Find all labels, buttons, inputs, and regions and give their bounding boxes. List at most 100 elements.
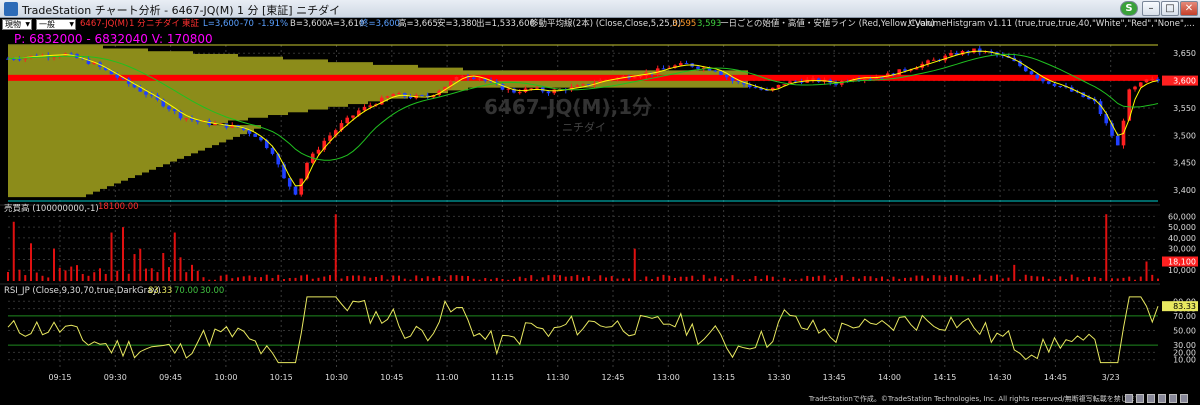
candle-body [753,87,758,89]
status-icon-5[interactable] [1169,394,1177,403]
volume-bar [984,279,987,281]
candle-body [368,105,373,107]
candle-body [17,59,22,61]
volume-bar [386,279,389,281]
volume-pane-value: 18100.00 [98,202,139,212]
volume-bar [18,269,21,281]
candle-body [724,74,729,78]
day-lines-study-label[interactable]: 一日ごとの始値・高値・安値ライン (Red,Yellow,Cyan) [720,19,935,30]
status-icon-2[interactable] [1136,394,1144,403]
volume-histogram-study-label[interactable]: !!VolumeHistgram v1.11 (true,true,true,4… [908,19,1195,30]
percent-change: -1.91% [258,19,289,29]
chart-area[interactable]: 3,6503,6003,5503,5003,4503,4003,60060,00… [0,31,1200,393]
volume-bar [1070,274,1073,281]
time-tick-label: 10:45 [380,373,403,382]
volume-bar [679,276,682,281]
symbol-code[interactable]: 6467-JQ(M) [80,19,128,30]
volume-bar [691,275,694,281]
symbol-name: ニチダイ [146,19,181,29]
volume-bar [524,278,527,281]
volume-bar [760,278,763,281]
volume-bar [794,279,797,281]
account-type-select[interactable]: 現物 ▼ [2,19,32,30]
volume-bar [1122,277,1125,281]
open-line [8,74,1158,81]
volume-bar [1088,276,1090,281]
volume-bar [541,277,544,281]
volume-tick-label: 30,000 [1168,245,1196,254]
minimize-button[interactable]: – [1142,1,1160,16]
volume-bar [800,278,803,281]
volume-bar [329,275,331,281]
close-button[interactable]: ✕ [1180,1,1198,16]
volume-bar [1076,277,1079,281]
status-icon-6[interactable] [1180,394,1188,403]
status-icon-4[interactable] [1158,394,1166,403]
window-title: TradeStation チャート分析 - 6467-JQ(M) 1 分 [東証… [22,4,341,17]
volume-bar [1042,276,1044,281]
candle-body [661,68,666,70]
status-icon-1[interactable] [1125,394,1133,403]
volume-bar [1105,214,1108,281]
time-tick-label: 14:30 [989,373,1012,382]
volume-bar [375,276,377,281]
volume-bar [294,277,297,281]
chart-canvas[interactable]: 3,6503,6003,5503,5003,4503,4003,60060,00… [0,31,1200,393]
rsi-tick-label: 10.00 [1173,356,1196,365]
volume-bar [35,272,38,281]
volume-bar [714,276,717,281]
volume-bar [58,267,61,281]
volume-bar [812,276,814,281]
volume-bar [731,275,734,281]
candle-body [811,78,815,80]
volume-bar [311,278,314,281]
rsi-pane-label[interactable]: RSI_JP (Close,9,30,70,true,DarkGray) [4,286,161,296]
volume-tick-label: 60,000 [1168,212,1196,221]
candle-body [345,117,350,124]
volume-bar [662,274,665,281]
volume-bar [1139,276,1142,281]
volume-bar [254,277,257,281]
volume-bar [944,276,947,281]
tradestation-app-icon [4,2,18,16]
volume-bar [616,278,619,281]
time-tick-label: 14:00 [878,373,901,382]
volume-bar [587,275,590,281]
candle-body [1058,86,1063,88]
volume-bar [139,248,142,281]
volume-tick-label: 10,000 [1168,266,1196,275]
volume-bar [938,275,941,281]
volume-bar [777,279,780,281]
volume-tick-label: 40,000 [1168,234,1196,243]
volume-bar [766,275,768,281]
candle-body [1046,81,1051,84]
volume-bar [639,279,642,281]
volume-bar [1030,275,1033,281]
volume-bar [955,275,958,281]
watermark-symbol: 6467-JQ(M),1分 [484,95,653,119]
candle-body [293,186,298,195]
volume-bar [70,266,73,281]
order-type-select[interactable]: 一般 ▼ [36,19,76,30]
status-bar: TradeStationで作成。©TradeStation Technologi… [0,393,1200,405]
volume-total: 出=1,533,600 [476,19,535,29]
candle-body [632,77,637,79]
candle-body [719,71,723,75]
volume-bar [380,275,383,281]
volume-bar [1116,278,1119,281]
maximize-button[interactable]: □ [1161,1,1179,16]
volume-bar [30,243,32,281]
copyright-notice: TradeStationで作成。©TradeStation Technologi… [808,395,1148,403]
status-icon-3[interactable] [1147,394,1155,403]
ma-study-label[interactable]: 移動平均線(2本) (Close,Close,5,25,0) [530,19,681,30]
volume-bar [323,276,326,281]
volume-bar [277,274,280,281]
candle-body [408,96,413,99]
candle-body [299,178,304,195]
volume-bar [104,273,107,281]
last-price: L=3,600 [203,19,240,29]
candle-body [862,78,867,81]
volume-bar [829,279,832,281]
s-status-badge[interactable]: S [1120,1,1138,16]
volume-pane-label[interactable]: 売買高 (100000000,-1) [4,202,99,214]
